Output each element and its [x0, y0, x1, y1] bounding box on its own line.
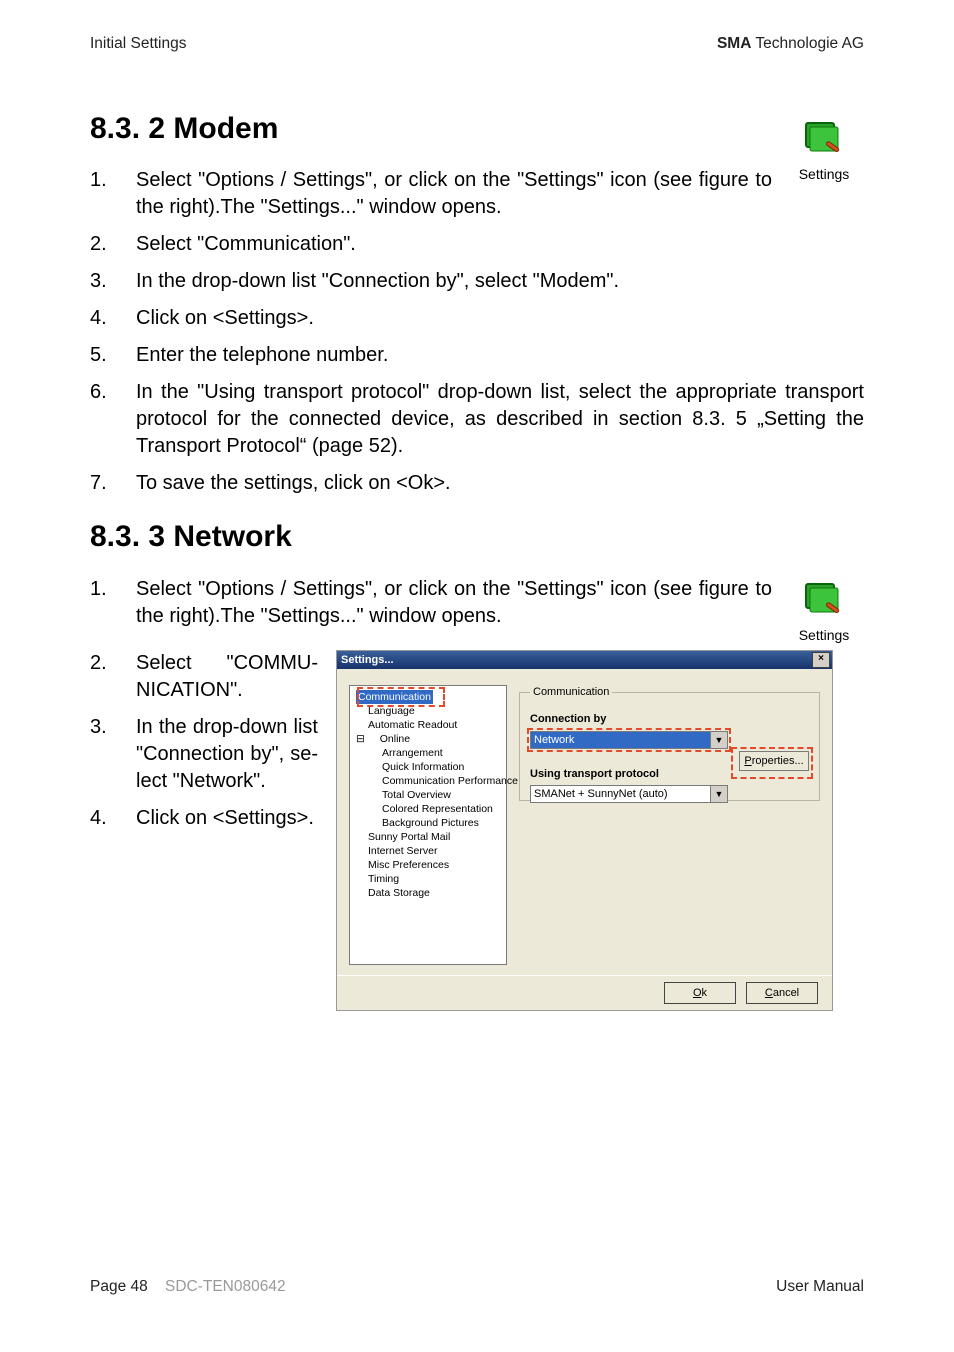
list-item: 1.Select "Options / Settings", or click …	[90, 576, 772, 630]
communication-group: Communication Connection by Network ▼ Pr…	[519, 685, 820, 801]
section-network: 8.3. 3 Network Settings 1.Select "Option…	[90, 517, 864, 1011]
group-title: Communication	[530, 685, 612, 700]
modem-steps: 1.Select "Options / Settings", or click …	[90, 167, 864, 497]
connection-by-value: Network	[531, 732, 710, 748]
heading-network: 8.3. 3 Network	[90, 517, 864, 558]
settings-tree[interactable]: Communication Language Automatic Readout…	[349, 685, 507, 965]
settings-icon-caption: Settings	[784, 626, 864, 645]
list-item: 6.In the "Using transport protocol" drop…	[90, 379, 864, 460]
chevron-down-icon[interactable]: ▼	[710, 732, 727, 748]
tree-item[interactable]: Background Pictures	[356, 816, 500, 830]
network-steps-left: 2.Select "COMMU-NICATION". 3.In the drop…	[90, 650, 318, 852]
tree-item[interactable]: Data Storage	[356, 886, 500, 900]
settings-icon	[800, 574, 848, 622]
settings-icon-figure: Settings	[784, 574, 864, 645]
tree-item[interactable]: Communication Performance	[356, 774, 500, 788]
tree-item[interactable]: Colored Representation	[356, 802, 500, 816]
network-steps-top: 1.Select "Options / Settings", or click …	[90, 576, 864, 630]
tree-item[interactable]: Quick Information	[356, 760, 500, 774]
tree-item[interactable]: Misc Preferences	[356, 858, 500, 872]
header-brand: SMA	[717, 35, 751, 52]
header-right: SMA Technologie AG	[717, 34, 864, 55]
list-item: 7.To save the settings, click on <Ok>.	[90, 470, 864, 497]
properties-button[interactable]: Properties...	[739, 751, 809, 771]
header-left: Initial Settings	[90, 34, 187, 55]
list-item: 4.Click on <Settings>.	[90, 805, 318, 832]
tree-item[interactable]: Sunny Portal Mail	[356, 830, 500, 844]
transport-value: SMANet + SunnyNet (auto)	[531, 786, 710, 802]
heading-modem: 8.3. 2 Modem	[90, 109, 864, 150]
dialog-titlebar: Settings... ×	[337, 651, 832, 669]
list-item: 2.Select "Communication".	[90, 231, 864, 258]
cancel-button[interactable]: Cancel	[746, 982, 818, 1004]
footer-left: Page 48 SDC-TEN080642	[90, 1277, 286, 1298]
settings-dialog: Settings... × Communication Language Aut…	[336, 650, 833, 1011]
list-item: 1.Select "Options / Settings", or click …	[90, 167, 772, 221]
chevron-down-icon[interactable]: ▼	[710, 786, 727, 802]
settings-icon-caption: Settings	[784, 165, 864, 184]
list-item: 5.Enter the telephone number.	[90, 342, 864, 369]
tree-item[interactable]: Language	[356, 704, 500, 718]
section-modem: Settings 8.3. 2 Modem 1.Select "Options …	[90, 109, 864, 498]
close-button[interactable]: ×	[812, 652, 830, 668]
settings-icon-figure: Settings	[784, 113, 864, 184]
connection-by-label: Connection by	[530, 712, 809, 727]
tree-item[interactable]: Communication	[356, 690, 500, 704]
list-item: 3.In the drop-down list "Connection by",…	[90, 268, 864, 295]
tree-item[interactable]: Arrangement	[356, 746, 500, 760]
page-header: Initial Settings SMA Technologie AG	[90, 34, 864, 55]
tree-item[interactable]: Total Overview	[356, 788, 500, 802]
header-brand-rest: Technologie AG	[751, 35, 864, 52]
tree-item[interactable]: Internet Server	[356, 844, 500, 858]
transport-dropdown[interactable]: SMANet + SunnyNet (auto) ▼	[530, 785, 728, 803]
list-item: 3.In the drop-down list "Connection by",…	[90, 714, 318, 795]
dialog-right-pane: Communication Connection by Network ▼ Pr…	[519, 685, 820, 975]
dialog-title: Settings...	[341, 653, 394, 668]
list-item: 2.Select "COMMU-NICATION".	[90, 650, 318, 704]
list-item: 4.Click on <Settings>.	[90, 305, 864, 332]
page: Initial Settings SMA Technologie AG Sett…	[0, 0, 954, 1352]
ok-button[interactable]: Ok	[664, 982, 736, 1004]
tree-item[interactable]: Automatic Readout	[356, 718, 500, 732]
tree-item[interactable]: Timing	[356, 872, 500, 886]
tree-item[interactable]: ⊟ Online	[356, 732, 500, 746]
connection-by-dropdown[interactable]: Network ▼	[530, 731, 728, 749]
network-split: 2.Select "COMMU-NICATION". 3.In the drop…	[90, 650, 864, 1011]
dialog-body: Communication Language Automatic Readout…	[337, 669, 832, 975]
footer-right: User Manual	[776, 1277, 864, 1298]
settings-icon	[800, 113, 848, 161]
page-footer: Page 48 SDC-TEN080642 User Manual	[90, 1277, 864, 1298]
dialog-footer: Ok Cancel	[337, 975, 832, 1010]
